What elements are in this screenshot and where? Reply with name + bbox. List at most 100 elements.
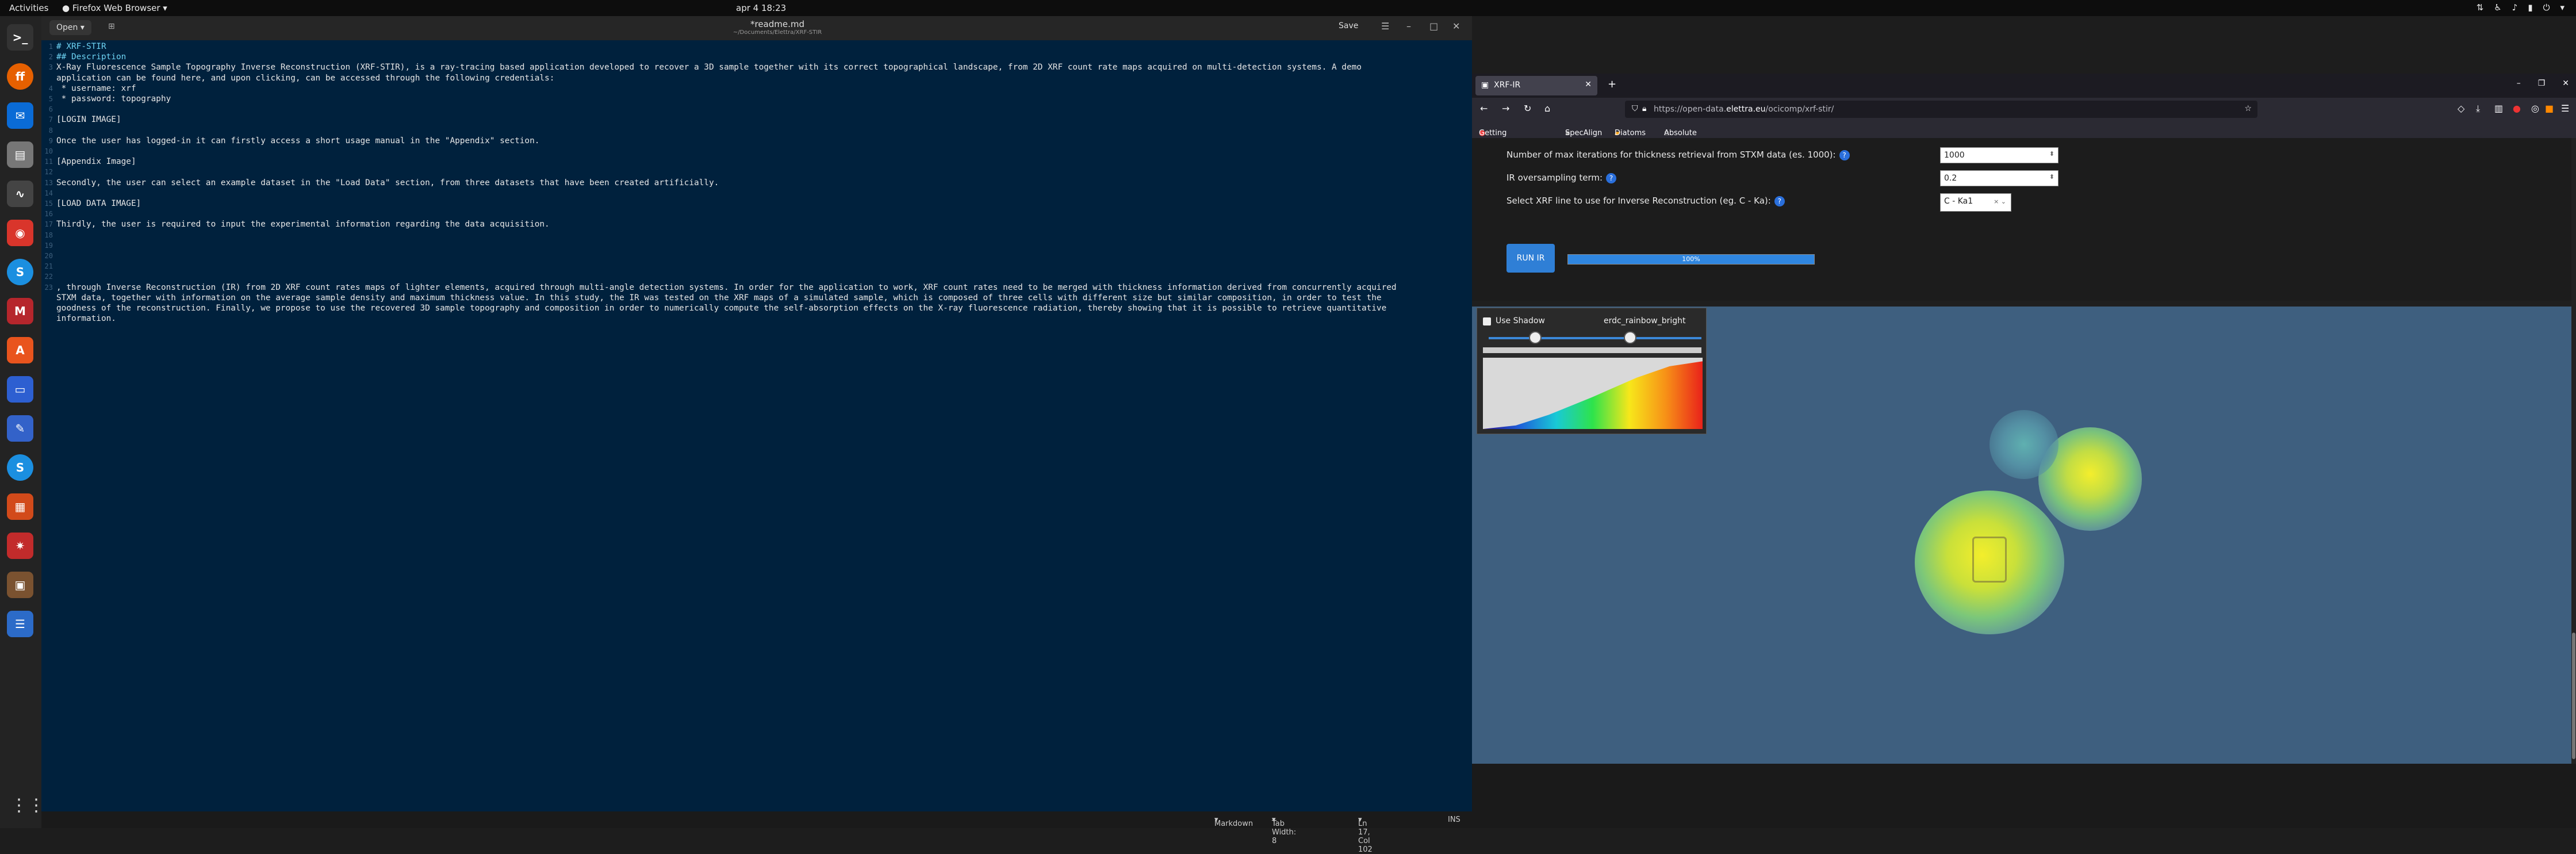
menu-icon[interactable]: ☰ <box>1381 21 1389 32</box>
code-line[interactable]: application can be found here, and upon … <box>56 73 1459 83</box>
settings-icon[interactable]: ✷ <box>7 533 33 559</box>
code-line[interactable] <box>56 188 1459 198</box>
oversampling-input[interactable]: 0.2 ⬍ <box>1940 170 2058 186</box>
scrollbar-thumb[interactable] <box>2572 633 2575 759</box>
code-line[interactable]: information. <box>56 313 1459 324</box>
tab-width-selector[interactable]: Tab Width: 8 ▾ <box>1272 815 1296 845</box>
text-editor-icon[interactable]: ✎ <box>7 415 33 442</box>
code-line[interactable] <box>56 271 1459 282</box>
code-line[interactable]: # XRF-STIR <box>56 41 1459 52</box>
system-monitor-icon[interactable]: ∿ <box>7 181 33 207</box>
forward-icon[interactable]: → <box>1502 103 1509 114</box>
spinner-icon[interactable]: ⬍ <box>2049 173 2054 181</box>
thunderbird-icon[interactable]: ✉ <box>7 102 33 129</box>
spinner-icon[interactable]: ⬍ <box>2049 150 2054 158</box>
help-icon[interactable]: ? <box>1774 196 1785 206</box>
extension-icon[interactable]: ● <box>2513 103 2521 114</box>
code-line[interactable] <box>56 125 1459 136</box>
opacity-bar[interactable] <box>1483 347 1701 353</box>
minimize-icon[interactable]: – <box>1406 21 1411 32</box>
colormap-panel[interactable]: Use Shadow erdc_rainbow_bright <box>1477 308 1707 434</box>
new-tab-button[interactable]: + <box>1608 78 1616 90</box>
clock[interactable]: apr 4 18:23 <box>736 3 786 13</box>
terminal-icon[interactable]: >_ <box>7 24 33 51</box>
code-line[interactable]: Secondly, the user can select an example… <box>56 178 1459 188</box>
insert-mode[interactable]: INS <box>1448 815 1460 824</box>
software-store-icon[interactable]: A <box>7 337 33 363</box>
page-scrollbar[interactable] <box>2571 138 2576 764</box>
pocket-icon[interactable]: ◇ <box>2458 103 2464 114</box>
code-line[interactable] <box>56 230 1459 240</box>
photos-icon[interactable]: ▣ <box>7 572 33 598</box>
clear-chevron-icon[interactable]: × ⌄ <box>1994 198 2006 205</box>
code-line[interactable] <box>56 167 1459 177</box>
colormap-name[interactable]: erdc_rainbow_bright <box>1604 316 1686 325</box>
code-line[interactable]: goodness of the reconstruction. Finally,… <box>56 303 1459 313</box>
minimize-icon[interactable]: – <box>2517 79 2521 88</box>
back-icon[interactable]: ← <box>1480 103 1488 114</box>
skype-icon[interactable]: S <box>7 259 33 285</box>
language-selector[interactable]: Markdown ▾ <box>1214 815 1253 828</box>
code-area[interactable]: # XRF-STIR ## Description X-Ray Fluorescen… <box>56 41 1459 324</box>
new-tab-icon[interactable]: ⊞ <box>108 22 115 31</box>
sidebar-icon[interactable]: ▥ <box>2494 103 2503 114</box>
xrf-line-select[interactable]: C - Ka1 × ⌄ <box>1940 193 2011 212</box>
range-slider[interactable] <box>1489 337 1701 339</box>
code-line[interactable]: X-Ray Fluorescence Sample Topography Inv… <box>56 62 1459 72</box>
maximize-icon[interactable]: ❐ <box>2538 79 2546 88</box>
code-line[interactable] <box>56 104 1459 114</box>
app-menu[interactable]: ● Firefox Web Browser ▾ <box>62 3 167 13</box>
close-icon[interactable]: ✕ <box>1452 21 1460 32</box>
activities-button[interactable]: Activities <box>9 3 48 13</box>
close-tab-icon[interactable]: ✕ <box>1585 80 1592 89</box>
downloads-icon[interactable]: ⤓ <box>2476 103 2480 114</box>
code-line[interactable]: Thirdly, the user is required to input t… <box>56 219 1459 229</box>
range-min-handle[interactable] <box>1529 331 1542 344</box>
code-line[interactable]: STXM data, together with information on … <box>56 293 1459 303</box>
shield-icon[interactable]: ⛉ <box>1632 104 1638 113</box>
code-line[interactable]: , through Inverse Reconstruction (IR) fr… <box>56 282 1459 293</box>
code-line[interactable]: Once the user has logged-in it can first… <box>56 136 1459 146</box>
screen-icon[interactable]: ▭ <box>7 376 33 403</box>
save-button[interactable]: Save <box>1339 21 1358 30</box>
account-icon[interactable]: ◎ <box>2531 103 2539 114</box>
lock-icon[interactable]: 🔒︎ <box>1642 104 1646 113</box>
open-button[interactable]: Open ▾ <box>49 20 91 35</box>
close-icon[interactable]: ✕ <box>2562 79 2569 88</box>
code-line[interactable]: [Appendix Image] <box>56 156 1459 167</box>
mendeley-icon[interactable]: M <box>7 298 33 324</box>
maximize-icon[interactable]: □ <box>1429 21 1438 32</box>
bookmark-star-icon[interactable]: ☆ <box>2244 104 2252 113</box>
code-line[interactable] <box>56 146 1459 156</box>
help-icon[interactable]: ? <box>1839 150 1850 160</box>
code-line[interactable]: [LOAD DATA IMAGE] <box>56 198 1459 209</box>
3d-viewer[interactable]: Use Shadow erdc_rainbow_bright <box>1472 307 2571 764</box>
files-icon[interactable]: ▤ <box>7 141 33 168</box>
reader-icon[interactable]: ☰ <box>7 611 33 637</box>
addon-icon[interactable]: ■ <box>2545 103 2554 114</box>
app-menu-icon[interactable]: ☰ <box>2561 103 2569 114</box>
system-tray[interactable]: ⇅ ♿ ♪ ▮ ⏻ ▾ <box>2477 2 2564 13</box>
code-line[interactable] <box>56 209 1459 219</box>
code-line[interactable]: * username: xrf <box>56 83 1459 94</box>
use-shadow-checkbox[interactable] <box>1483 317 1491 325</box>
code-line[interactable]: ## Description <box>56 52 1459 62</box>
home-icon[interactable]: ⌂ <box>1544 103 1550 114</box>
firefox-icon[interactable]: ff <box>7 63 33 90</box>
code-line[interactable]: [LOGIN IMAGE] <box>56 114 1459 125</box>
code-line[interactable] <box>56 261 1459 271</box>
range-max-handle[interactable] <box>1624 331 1636 344</box>
url-bar[interactable]: ⛉ 🔒︎ https://open-data.elettra.eu/ocicom… <box>1625 101 2257 118</box>
run-ir-button[interactable]: RUN IR <box>1506 244 1555 273</box>
code-line[interactable] <box>56 240 1459 251</box>
reload-icon[interactable]: ↻ <box>1524 103 1531 114</box>
screenshot-icon[interactable]: ◉ <box>7 220 33 246</box>
code-line[interactable] <box>56 251 1459 261</box>
skype-preview-icon[interactable]: S <box>7 454 33 481</box>
document-viewer-icon[interactable]: ▦ <box>7 493 33 520</box>
code-line[interactable]: * password: topography <box>56 94 1459 104</box>
iterations-input[interactable]: 1000 ⬍ <box>1940 147 2058 163</box>
tab-xrf-ir[interactable]: ▣ XRF-IR ✕ <box>1475 76 1597 95</box>
help-icon[interactable]: ? <box>1606 173 1617 183</box>
cursor-position[interactable]: Ln 17, Col 102 ▾ <box>1358 815 1373 854</box>
